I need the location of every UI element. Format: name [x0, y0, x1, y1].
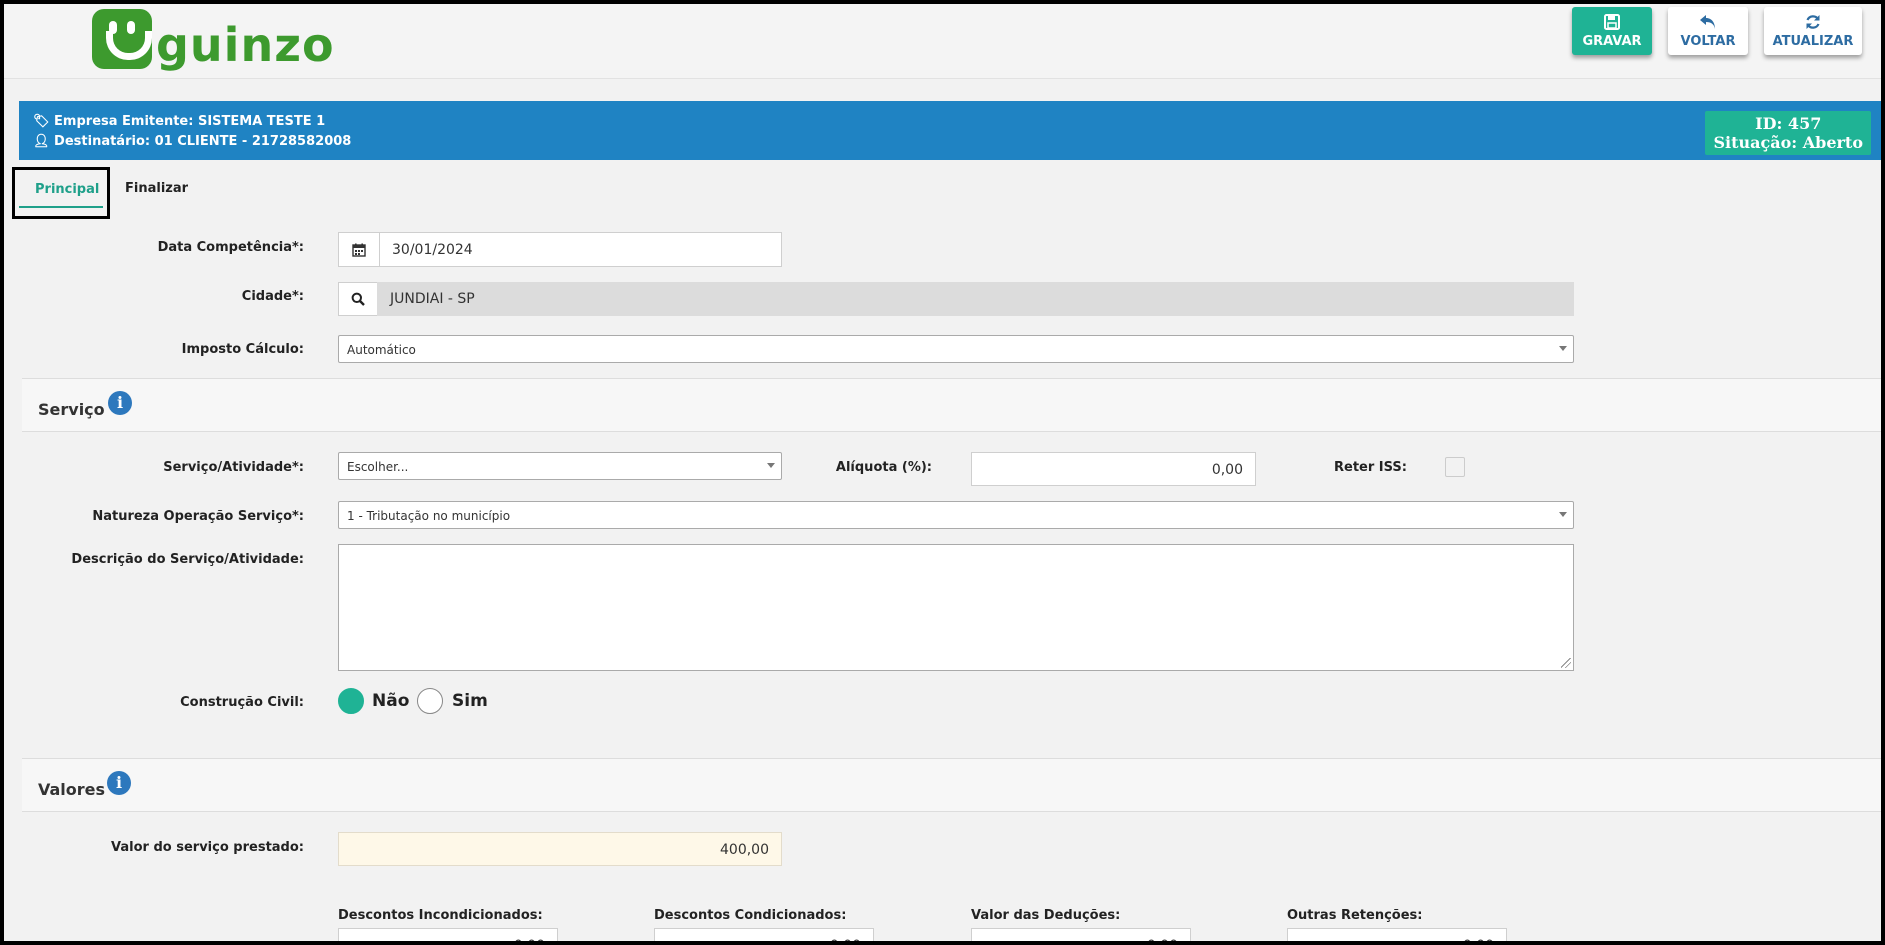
app-window: guinzo GRAVAR VOLTAR ATUALIZAR 🏷︎ Empres… — [0, 0, 1885, 945]
document-info-bar: 🏷︎ Empresa Emitente: SISTEMA TESTE 1 👤︎ … — [19, 101, 1881, 160]
calendar-button[interactable] — [338, 232, 380, 267]
recipient-text: Destinatário: 01 CLIENTE - 21728582008 — [54, 134, 352, 149]
info-icon[interactable]: i — [107, 771, 131, 795]
logo-mark-icon — [92, 9, 152, 69]
refresh-button[interactable]: ATUALIZAR — [1764, 7, 1862, 55]
descontos-incondicionados-input[interactable]: 0,00 — [338, 928, 558, 941]
logo-text: guinzo — [156, 18, 335, 72]
chevron-down-icon — [767, 463, 775, 468]
issuer-line: 🏷︎ Empresa Emitente: SISTEMA TESTE 1 — [33, 114, 325, 129]
outras-retencoes-label: Outras Retenções: — [1287, 908, 1423, 923]
document-status: Situação: Aberto — [1713, 133, 1863, 152]
save-label: GRAVAR — [1582, 34, 1642, 49]
valor-servico-label: Valor do serviço prestado: — [111, 840, 304, 855]
tab-finalizar[interactable]: Finalizar — [125, 181, 188, 196]
descontos-condicionados-input[interactable]: 0,00 — [654, 928, 874, 941]
calendar-icon — [352, 243, 366, 257]
construcao-nao-radio[interactable] — [338, 688, 364, 714]
construcao-civil-label: Construção Civil: — [180, 695, 304, 710]
document-id: ID: 457 — [1755, 114, 1822, 133]
servico-atividade-label: Serviço/Atividade*: — [163, 460, 304, 475]
valor-servico-input[interactable]: 400,00 — [338, 832, 782, 866]
save-button[interactable]: GRAVAR — [1572, 7, 1652, 55]
search-icon — [351, 292, 365, 306]
save-icon — [1604, 14, 1620, 30]
tab-active-underline — [19, 206, 103, 208]
servico-atividade-select[interactable]: Escolher... — [338, 452, 782, 480]
servico-section-title: Serviço — [38, 400, 105, 419]
data-competencia-label: Data Competência*: — [157, 240, 304, 255]
valores-section-title: Valores — [38, 780, 106, 799]
aliquota-label: Alíquota (%): — [835, 460, 932, 475]
logo: guinzo — [92, 6, 335, 72]
reter-iss-checkbox[interactable] — [1445, 457, 1465, 477]
tag-icon: 🏷︎ — [33, 114, 50, 129]
back-label: VOLTAR — [1680, 34, 1736, 49]
aliquota-input[interactable]: 0,00 — [971, 452, 1256, 486]
cidade-field: JUNDIAI - SP — [377, 282, 1574, 316]
imposto-calculo-label: Imposto Cálculo: — [181, 342, 304, 357]
servico-section-header: Serviço i — [22, 378, 1881, 432]
descontos-condicionados-label: Descontos Condicionados: — [654, 908, 847, 923]
refresh-label: ATUALIZAR — [1772, 34, 1854, 49]
chevron-down-icon — [1559, 512, 1567, 517]
outras-retencoes-input[interactable]: 0,00 — [1287, 928, 1507, 941]
valores-section-header: Valores i — [22, 758, 1881, 812]
cidade-label: Cidade*: — [241, 289, 304, 304]
tab-principal[interactable]: Principal — [12, 167, 110, 219]
imposto-calculo-select[interactable]: Automático — [338, 335, 1574, 363]
construcao-sim-radio[interactable] — [417, 688, 443, 714]
info-icon[interactable]: i — [108, 391, 132, 415]
deducoes-label: Valor das Deduções: — [971, 908, 1121, 923]
data-competencia-input[interactable]: 30/01/2024 — [379, 232, 782, 267]
tab-principal-label: Principal — [35, 182, 100, 197]
reter-iss-label: Reter ISS: — [1334, 460, 1407, 475]
status-badge: ID: 457 Situação: Aberto — [1705, 111, 1871, 155]
natureza-operacao-label: Natureza Operação Serviço*: — [92, 509, 304, 524]
top-bar: guinzo GRAVAR VOLTAR ATUALIZAR — [4, 4, 1881, 79]
natureza-operacao-select[interactable]: 1 - Tributação no município — [338, 501, 1574, 529]
deducoes-input[interactable]: 0,00 — [971, 928, 1191, 941]
descricao-label: Descrição do Serviço/Atividade: — [71, 552, 304, 567]
imposto-calculo-value: Automático — [347, 343, 416, 357]
undo-icon — [1700, 15, 1715, 29]
construcao-nao-label: Não — [372, 691, 410, 711]
servico-atividade-placeholder: Escolher... — [347, 460, 409, 474]
recipient-line: 👤︎ Destinatário: 01 CLIENTE - 2172858200… — [33, 134, 351, 149]
construcao-sim-label: Sim — [452, 691, 488, 711]
back-button[interactable]: VOLTAR — [1668, 7, 1748, 55]
natureza-operacao-value: 1 - Tributação no município — [347, 509, 511, 523]
resize-handle[interactable] — [1561, 658, 1571, 668]
chevron-down-icon — [1559, 346, 1567, 351]
issuer-text: Empresa Emitente: SISTEMA TESTE 1 — [54, 114, 326, 129]
city-search-button[interactable] — [338, 282, 378, 316]
descontos-incondicionados-label: Descontos Incondicionados: — [338, 908, 543, 923]
refresh-icon — [1806, 15, 1820, 29]
user-icon: 👤︎ — [33, 134, 50, 149]
descricao-textarea[interactable] — [338, 544, 1574, 671]
